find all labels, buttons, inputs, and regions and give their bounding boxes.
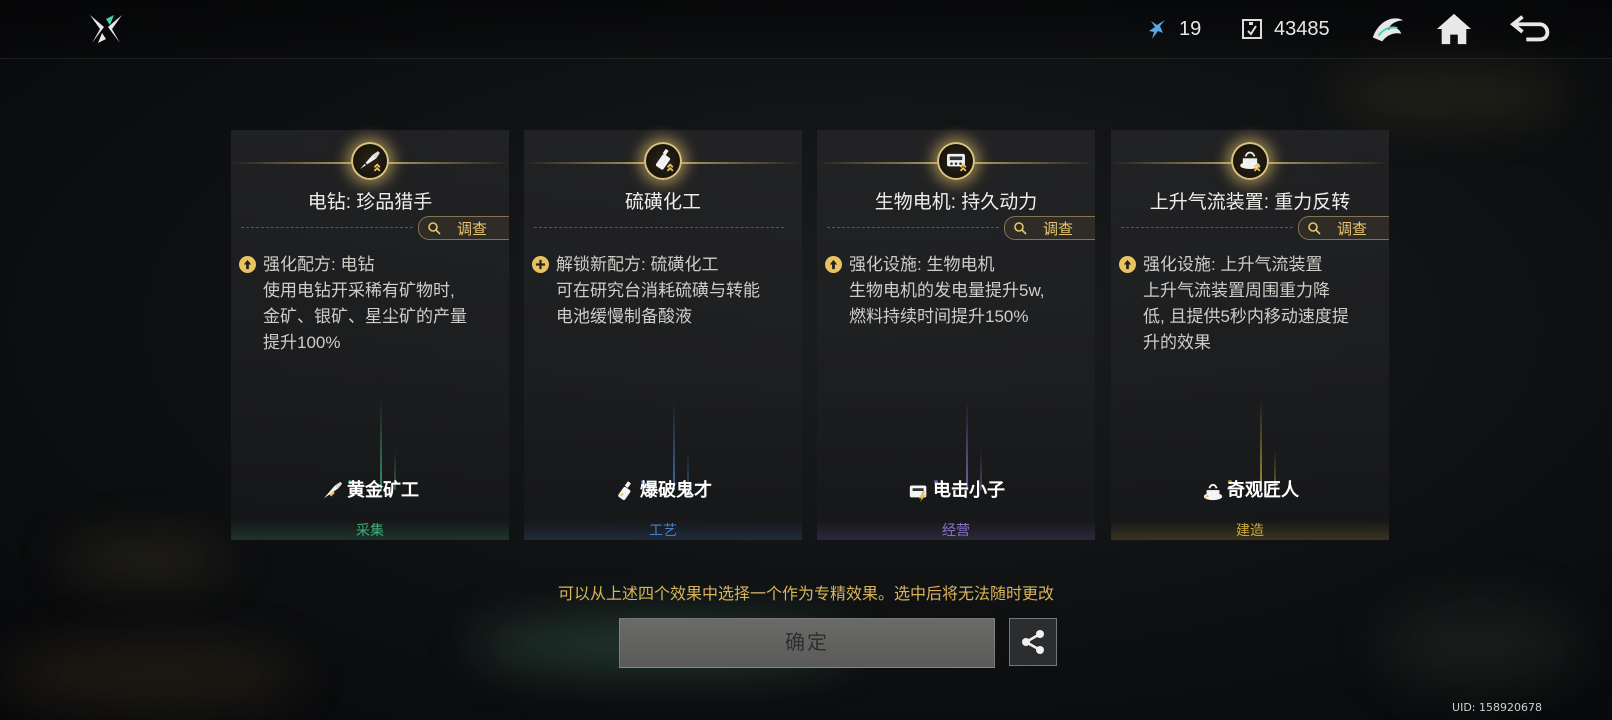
effect-description-line: 电池缓慢制备酸液 (556, 307, 692, 326)
search-icon (1308, 222, 1321, 235)
share-button[interactable] (1009, 618, 1057, 666)
effect-heading: 强化设施: 生物电机 (849, 255, 995, 274)
unlock-plus-icon (532, 256, 549, 273)
home-icon (1436, 13, 1472, 45)
effect-description-line: 金矿、银矿、星尘矿的产量 (263, 307, 467, 326)
category-label: 经营 (817, 520, 1095, 540)
card-title: 上升气流装置: 重力反转 (1149, 192, 1351, 213)
upgrade-icon (1119, 256, 1136, 273)
investigate-button[interactable]: 调查 (1004, 216, 1095, 240)
talent-card[interactable]: 电钻: 珍品猎手调查强化配方: 电钻使用电钻开采稀有矿物时, 金矿、银矿、星尘矿的… (231, 130, 509, 540)
top-bar: 19 43485 (0, 0, 1612, 59)
chip-count: 43485 (1274, 17, 1330, 40)
role-name: 黄金矿工 (347, 480, 419, 500)
gold-miner-icon (323, 482, 343, 499)
effect-description-line: 上升气流装置周围重力降 (1143, 281, 1330, 300)
talent-card[interactable]: 硫磺化工解锁新配方: 硫磺化工可在研究台消耗硫磺与转能 电池缓慢制备酸液爆破鬼才工… (524, 130, 802, 540)
role-badge: 黄金矿工 (231, 476, 509, 502)
investigate-label: 调查 (1043, 220, 1074, 238)
drill-icon (351, 142, 389, 180)
investigate-label: 调查 (457, 220, 488, 238)
crystal-resource: 19 (1145, 14, 1201, 44)
back-icon (1510, 15, 1550, 42)
category-label: 工艺 (524, 520, 802, 540)
category-label: 采集 (231, 520, 509, 540)
effect-heading: 强化设施: 上升气流装置 (1143, 255, 1323, 274)
home-button[interactable] (1434, 10, 1474, 48)
card-divider (534, 227, 784, 228)
background-blur (60, 540, 230, 580)
effect-description-line: 可在研究台消耗硫磺与转能 (556, 281, 760, 300)
share-icon (1022, 630, 1044, 654)
effect-description-line: 低, 且提供5秒内移动速度提 (1143, 307, 1349, 326)
back-button[interactable] (1508, 10, 1556, 48)
role-badge: 爆破鬼才 (524, 476, 802, 502)
electric-box-icon (909, 485, 927, 503)
background-blur (1330, 70, 1570, 120)
chip-resource: 43485 (1240, 14, 1330, 44)
effect-block: 强化配方: 电钻使用电钻开采稀有矿物时, 金矿、银矿、星尘矿的产量 提升100% (239, 252, 501, 356)
effect-description-line: 升的效果 (1143, 333, 1211, 352)
talent-card[interactable]: 上升气流装置: 重力反转 调查 强化设施: 上升气流装置 上升气流装置周围重力降 低, … (1111, 130, 1389, 540)
upgrade-icon (825, 256, 842, 273)
investigate-button[interactable]: 调查 (1298, 216, 1389, 240)
upgrade-icon (239, 256, 256, 273)
card-title: 生物电机: 持久动力 (874, 192, 1038, 213)
user-id: UID: 158920678 (1452, 701, 1542, 714)
bio-motor-icon (937, 142, 975, 180)
game-logo-icon[interactable] (88, 11, 124, 47)
chip-currency-icon (1242, 19, 1262, 39)
background-blur (0, 640, 300, 710)
spirit-emblem-icon (1372, 18, 1404, 42)
bottle-bomb-icon (644, 142, 682, 180)
effect-block: 强化设施: 上升气流装置 上升气流装置周围重力降 低, 且提供5秒内移动速度提 升的效… (1119, 252, 1381, 356)
card-divider (241, 227, 413, 228)
card-divider (827, 227, 999, 228)
effect-description-line: 使用电钻开采稀有矿物时, (263, 281, 455, 300)
effect-description-line: 燃料持续时间提升150% (849, 307, 1029, 326)
crystal-shard-icon (1149, 20, 1165, 39)
updraft-device-icon (1231, 142, 1269, 180)
role-name: 电击小子 (933, 480, 1005, 500)
crystal-count: 19 (1179, 17, 1202, 40)
selection-hint: 可以从上述四个效果中选择一个作为专精效果。选中后将无法随时更改 (557, 586, 1054, 603)
search-icon (1014, 222, 1027, 235)
effect-description-line: 提升100% (263, 333, 341, 352)
bomb-bottle-icon (618, 481, 631, 501)
role-badge: 奇观匠人 (1111, 476, 1389, 502)
effect-block: 解锁新配方: 硫磺化工可在研究台消耗硫磺与转能 电池缓慢制备酸液 (532, 252, 794, 330)
role-name: 奇观匠人 (1227, 480, 1299, 500)
effect-description-line: 生物电机的发电量提升5w, (849, 281, 1045, 300)
talent-card[interactable]: 生物电机: 持久动力 调查强化设施: 生物电机生物电机的发电量提升5w, 燃料持续时… (817, 130, 1095, 540)
investigate-label: 调查 (1337, 220, 1368, 238)
background-blur (1380, 600, 1580, 690)
card-divider (1121, 227, 1293, 228)
effect-heading: 强化配方: 电钻 (263, 255, 375, 274)
spirit-emblem-button[interactable] (1368, 10, 1408, 48)
role-badge: 电击小子 (817, 476, 1095, 503)
effect-heading: 解锁新配方: 硫磺化工 (556, 255, 719, 274)
confirm-button[interactable]: 确定 (619, 618, 995, 668)
craftsman-icon (1203, 484, 1223, 501)
card-title: 电钻: 珍品猎手 (307, 192, 433, 213)
category-label: 建造 (1111, 520, 1389, 540)
role-name: 爆破鬼才 (640, 480, 712, 500)
effect-block: 强化设施: 生物电机生物电机的发电量提升5w, 燃料持续时间提升150% (825, 252, 1087, 330)
search-icon (428, 222, 441, 235)
card-title: 硫磺化工 (624, 192, 701, 213)
investigate-button[interactable]: 调查 (418, 216, 509, 240)
